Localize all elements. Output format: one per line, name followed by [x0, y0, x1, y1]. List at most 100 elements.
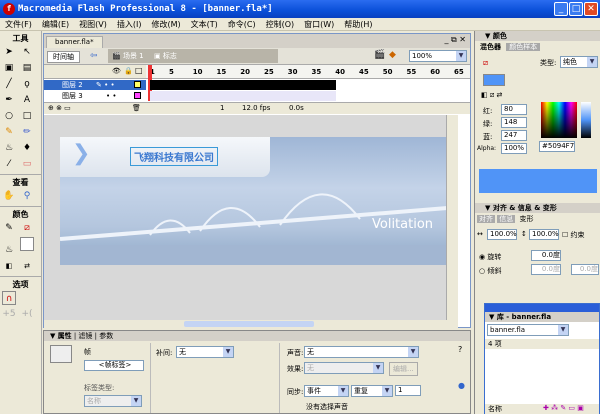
- free-transform-tool-icon[interactable]: ▣: [2, 61, 16, 75]
- menu-view[interactable]: 视图(V): [74, 19, 112, 30]
- pen-tool-icon[interactable]: ✒: [2, 93, 16, 107]
- menu-help[interactable]: 帮助(H): [339, 19, 377, 30]
- tab-transform[interactable]: 变形: [517, 215, 536, 223]
- constrain-checkbox[interactable]: ☐ 约束: [562, 230, 585, 240]
- rectangle-tool-icon[interactable]: □: [20, 109, 34, 123]
- default-colors-icon[interactable]: ◧: [2, 259, 16, 273]
- tab-align[interactable]: 对齐: [477, 215, 495, 223]
- library-file-select[interactable]: banner.fla ▼: [487, 324, 569, 336]
- horizontal-scrollbar[interactable]: [44, 320, 458, 328]
- frames-layer-3[interactable]: [150, 91, 336, 101]
- skew-v-input[interactable]: 0.0度: [571, 264, 599, 275]
- fill-color-swatch[interactable]: [483, 74, 505, 86]
- alpha-input[interactable]: 100%: [501, 143, 527, 154]
- stroke-color-icon[interactable]: ⧄: [483, 58, 488, 68]
- scene-breadcrumb[interactable]: 🎬 场景 1: [112, 51, 144, 61]
- tab-mixer[interactable]: 混色器: [477, 43, 504, 51]
- paint-bucket-tool-icon[interactable]: ♦: [20, 141, 34, 155]
- tab-parameters[interactable]: 参数: [99, 332, 113, 340]
- vertical-scrollbar[interactable]: [446, 115, 458, 320]
- ink-bottle-tool-icon[interactable]: ♨: [2, 141, 16, 155]
- tab-info[interactable]: 信息: [497, 215, 516, 223]
- help-icon[interactable]: ?: [458, 345, 462, 354]
- menu-commands[interactable]: 命令(C): [223, 19, 261, 30]
- menu-control[interactable]: 控制(O): [261, 19, 300, 30]
- swap-colors-icon[interactable]: ⇄: [20, 259, 34, 273]
- stroke-color-swatch[interactable]: ⧄: [20, 221, 34, 235]
- layer-color-swatch[interactable]: [134, 81, 141, 88]
- close-button[interactable]: ✕: [584, 2, 598, 16]
- blue-input[interactable]: 247: [501, 130, 527, 141]
- repeat-count-input[interactable]: 1: [395, 385, 421, 396]
- stroke-color-icon[interactable]: ✎: [2, 221, 16, 235]
- tab-filters[interactable]: 滤镜: [78, 332, 92, 340]
- frame-label-input[interactable]: <帧标签>: [84, 360, 144, 371]
- zoom-select[interactable]: 100% ▼: [409, 50, 467, 62]
- outline-icon[interactable]: □: [135, 66, 143, 75]
- fill-color-swatch[interactable]: [20, 237, 34, 251]
- oval-tool-icon[interactable]: ○: [2, 109, 16, 123]
- swap-default-icons[interactable]: ◧ ⧄ ⇄: [481, 91, 502, 100]
- edit-symbol-icon[interactable]: ◆: [389, 50, 396, 60]
- menu-window[interactable]: 窗口(W): [299, 19, 339, 30]
- add-layer-icons[interactable]: ⊕ ⊗ ▭: [48, 104, 71, 112]
- delete-layer-icon[interactable]: 🗑: [132, 104, 141, 112]
- document-tab[interactable]: banner.fla*: [46, 36, 103, 48]
- repeat-select[interactable]: 重复 ▼: [351, 385, 393, 397]
- pencil-tool-icon[interactable]: ✎: [2, 125, 16, 139]
- line-tool-icon[interactable]: ╱: [2, 77, 16, 91]
- straighten-icon[interactable]: +(: [20, 307, 34, 321]
- skew-h-input[interactable]: 0.0度: [531, 264, 561, 275]
- sync-select[interactable]: 事件 ▼: [304, 385, 349, 397]
- gradient-transform-tool-icon[interactable]: ▤: [20, 61, 34, 75]
- smooth-icon[interactable]: +5: [2, 307, 16, 321]
- color-panel-header[interactable]: ▼ 颜色: [475, 31, 600, 41]
- arrow-tool-icon[interactable]: ➤: [2, 45, 16, 59]
- minimize-button[interactable]: _: [554, 2, 568, 16]
- fill-color-icon[interactable]: ♨: [2, 243, 16, 257]
- sound-select[interactable]: 无 ▼: [304, 346, 419, 358]
- maximize-button[interactable]: □: [569, 2, 583, 16]
- edit-sound-button[interactable]: 编辑...: [389, 362, 418, 376]
- menu-insert[interactable]: 插入(I): [112, 19, 147, 30]
- skew-radio[interactable]: ○ 倾斜: [479, 266, 501, 276]
- red-input[interactable]: 80: [501, 104, 527, 115]
- text-tool-icon[interactable]: A: [20, 93, 34, 107]
- rotate-input[interactable]: 0.0度: [531, 250, 561, 261]
- doc-window-controls[interactable]: _ ⧉ ✕: [444, 35, 466, 45]
- menu-modify[interactable]: 修改(M): [146, 19, 185, 30]
- height-scale-input[interactable]: 100.0%: [529, 229, 559, 240]
- green-input[interactable]: 148: [501, 117, 527, 128]
- effect-select[interactable]: 无 ▼: [304, 362, 384, 374]
- snap-magnet-icon[interactable]: ∩: [2, 291, 16, 305]
- company-name-text[interactable]: 飞翔科技有限公司: [130, 147, 218, 166]
- edit-scene-icon[interactable]: 🎬: [374, 50, 385, 60]
- rotate-radio[interactable]: ◉ 旋转: [479, 252, 501, 262]
- hand-tool-icon[interactable]: ✋: [2, 189, 16, 203]
- lock-icon[interactable]: 🔒: [124, 67, 133, 75]
- subselect-tool-icon[interactable]: ↖: [20, 45, 34, 59]
- tab-swatches[interactable]: 颜色样本: [506, 43, 541, 51]
- library-header[interactable]: ▼ 库 - banner.fla: [485, 312, 599, 322]
- frames-layer-2[interactable]: [150, 80, 336, 90]
- fill-type-select[interactable]: 纯色 ▼: [560, 56, 598, 68]
- back-arrow-icon[interactable]: ⇦: [90, 51, 98, 61]
- eyedropper-tool-icon[interactable]: ⁄: [2, 157, 16, 171]
- tab-properties[interactable]: 属性: [58, 332, 72, 340]
- layer-row-3[interactable]: 图层 3 • •: [44, 91, 146, 101]
- brightness-slider[interactable]: [581, 102, 591, 138]
- eraser-tool-icon[interactable]: ▭: [20, 157, 34, 171]
- width-scale-input[interactable]: 100.0%: [487, 229, 517, 240]
- symbol-breadcrumb[interactable]: ▣ 标志: [154, 51, 177, 61]
- zoom-tool-icon[interactable]: ⚲: [20, 189, 34, 203]
- layer-row-2[interactable]: 图层 2 ✎ • •: [44, 80, 146, 90]
- menu-edit[interactable]: 编辑(E): [37, 19, 74, 30]
- scroll-thumb[interactable]: [184, 321, 314, 327]
- transform-panel-header[interactable]: ▼ 对齐 & 信息 & 变形: [475, 203, 600, 213]
- timeline-toggle-button[interactable]: 时间轴: [47, 51, 80, 63]
- menu-file[interactable]: 文件(F): [0, 19, 37, 30]
- menu-text[interactable]: 文本(T): [186, 19, 223, 30]
- tween-select[interactable]: 无 ▼: [176, 346, 234, 358]
- frame-ruler[interactable]: 1 5 10 15 20 25 30 35 40 45 50 55 60 65: [146, 65, 470, 79]
- hex-input[interactable]: #5094F7: [539, 141, 575, 152]
